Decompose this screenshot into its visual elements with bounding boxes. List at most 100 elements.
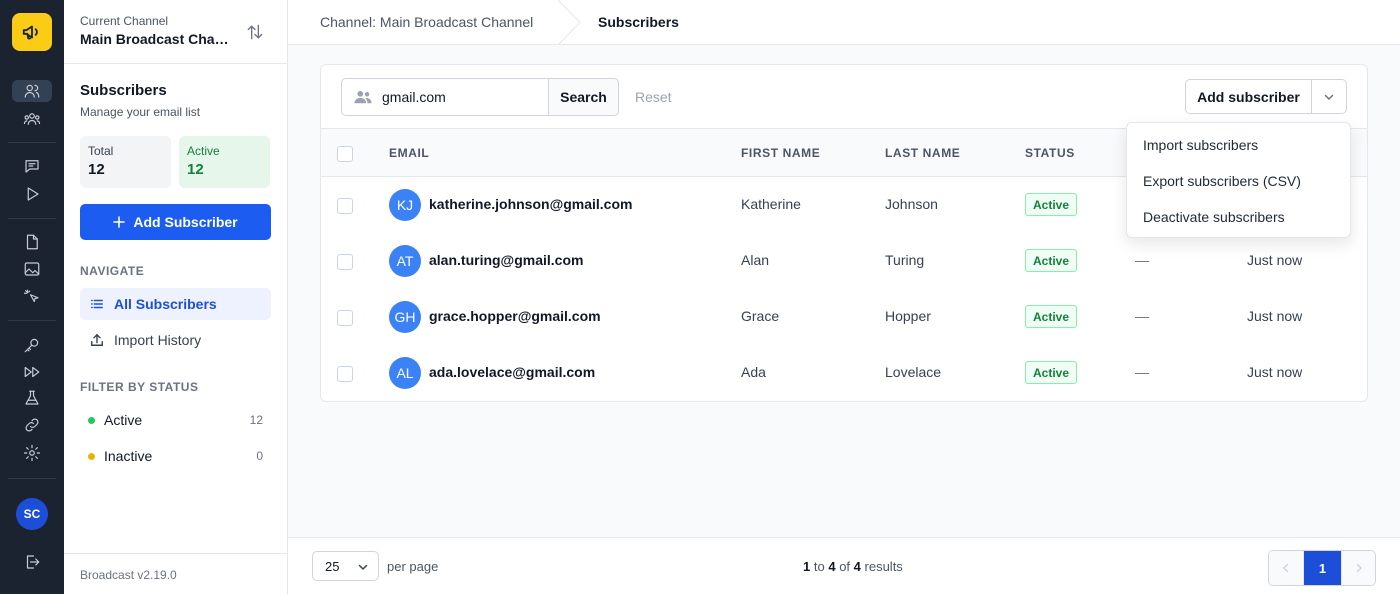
segments-icon[interactable]: [12, 108, 52, 130]
add-subscriber-dropdown-menu: Import subscribers Export subscribers (C…: [1126, 122, 1351, 238]
subscriber-created: Just now: [1247, 364, 1303, 380]
plus-icon: [113, 216, 126, 228]
per-page-value: 25: [325, 558, 340, 574]
select-all-checkbox[interactable]: [337, 146, 353, 162]
link-icon[interactable]: [12, 414, 52, 436]
users-icon[interactable]: [12, 80, 52, 102]
add-subscriber-split-button[interactable]: Add subscriber: [1185, 79, 1312, 114]
chevron-right-icon: [1356, 563, 1363, 573]
filter-active[interactable]: Active 12: [80, 406, 271, 434]
channel-name: Main Broadcast Channel: [80, 31, 230, 47]
list-icon: [91, 299, 103, 309]
add-subscriber-button[interactable]: Add Subscriber: [80, 204, 271, 240]
flask-icon[interactable]: [12, 387, 52, 409]
subscriber-email[interactable]: grace.hopper@gmail.com: [429, 308, 601, 324]
per-page-select[interactable]: 25: [312, 551, 379, 581]
channel-caption: Current Channel: [80, 14, 169, 28]
add-subscriber-menu-toggle[interactable]: [1311, 79, 1347, 114]
subscriber-first-name: Alan: [741, 252, 770, 268]
subscriber-source: —: [1135, 308, 1149, 324]
subscriber-avatar: AT: [389, 245, 421, 277]
filter-active-label: Active: [104, 412, 143, 428]
breadcrumb-separator-icon: [557, 0, 581, 45]
search-button[interactable]: Search: [548, 78, 619, 116]
total-value: 12: [88, 161, 105, 178]
subscriber-last-name: Johnson: [885, 196, 938, 212]
row-checkbox[interactable]: [337, 198, 353, 214]
subscriber-first-name: Grace: [741, 308, 780, 324]
subscriber-last-name: Hopper: [885, 308, 931, 324]
column-status[interactable]: STATUS: [1025, 146, 1075, 160]
menu-item-export-subscribers[interactable]: Export subscribers (CSV): [1143, 173, 1301, 189]
search-input[interactable]: [382, 89, 532, 105]
logout-icon[interactable]: [12, 551, 52, 573]
document-icon[interactable]: [12, 231, 52, 253]
filter-inactive-count: 0: [256, 449, 263, 463]
table-row[interactable]: GH grace.hopper@gmail.com Grace Hopper A…: [321, 289, 1367, 345]
search-field[interactable]: [341, 78, 549, 116]
navigate-caption: NAVIGATE: [80, 264, 145, 278]
row-checkbox[interactable]: [337, 254, 353, 270]
status-badge: Active: [1025, 305, 1078, 328]
per-page-label: per page: [387, 559, 439, 574]
subscriber-email[interactable]: ada.lovelace@gmail.com: [429, 364, 595, 380]
nav-import-history-label: Import History: [114, 332, 202, 348]
table-row[interactable]: AT alan.turing@gmail.com Alan Turing Act…: [321, 233, 1367, 289]
chat-icon[interactable]: [12, 155, 52, 177]
main-content: Channel: Main Broadcast Channel Subscrib…: [288, 0, 1400, 594]
active-value: 12: [187, 161, 204, 178]
status-badge: Active: [1025, 249, 1078, 272]
play-icon[interactable]: [12, 183, 52, 205]
filter-caption: FILTER BY STATUS: [80, 380, 199, 394]
chevron-left-icon: [1282, 563, 1289, 573]
row-checkbox[interactable]: [337, 366, 353, 382]
page-button-current[interactable]: 1: [1304, 551, 1341, 585]
filter-inactive-label: Inactive: [104, 448, 153, 464]
panel-subtitle: Manage your email list: [80, 105, 201, 119]
pagination-footer: 25 per page 1 to 4 of 4 results 1: [288, 537, 1400, 594]
menu-item-import-subscribers[interactable]: Import subscribers: [1143, 137, 1258, 153]
fast-forward-icon[interactable]: [12, 361, 52, 383]
next-page-button[interactable]: [1341, 551, 1375, 585]
subscriber-last-name: Turing: [885, 252, 925, 268]
table-toolbar: Search Reset Add subscriber: [321, 65, 1367, 129]
nav-all-subscribers[interactable]: All Subscribers: [80, 288, 271, 320]
switch-arrows-icon[interactable]: [245, 22, 265, 42]
total-label: Total: [88, 144, 114, 158]
subscriber-email[interactable]: alan.turing@gmail.com: [429, 252, 583, 268]
status-badge: Active: [1025, 193, 1078, 216]
column-last-name[interactable]: LAST NAME: [885, 146, 960, 160]
subscriber-first-name: Ada: [741, 364, 766, 380]
subscriber-avatar: AL: [389, 357, 421, 389]
cursor-click-icon[interactable]: [12, 286, 52, 308]
app-version: Broadcast v2.19.0: [64, 553, 287, 594]
table-row[interactable]: AL ada.lovelace@gmail.com Ada Lovelace A…: [321, 345, 1367, 401]
breadcrumb-current: Subscribers: [598, 14, 679, 30]
add-subscriber-label: Add Subscriber: [133, 214, 238, 230]
results-summary: 1 to 4 of 4 results: [803, 559, 903, 574]
nav-all-subscribers-label: All Subscribers: [114, 296, 217, 312]
gear-icon[interactable]: [12, 442, 52, 464]
status-badge: Active: [1025, 361, 1078, 384]
image-icon[interactable]: [12, 258, 52, 280]
subscriber-email[interactable]: katherine.johnson@gmail.com: [429, 196, 632, 212]
previous-page-button[interactable]: [1269, 551, 1304, 585]
subscriber-created: Just now: [1247, 252, 1303, 268]
user-avatar[interactable]: SC: [16, 498, 48, 530]
row-checkbox[interactable]: [337, 310, 353, 326]
menu-item-deactivate-subscribers[interactable]: Deactivate subscribers: [1143, 209, 1285, 225]
column-first-name[interactable]: FIRST NAME: [741, 146, 820, 160]
inactive-dot: [88, 452, 95, 460]
megaphone-logo-icon[interactable]: [12, 13, 52, 51]
breadcrumb-channel[interactable]: Channel: Main Broadcast Channel: [320, 14, 533, 30]
filter-inactive[interactable]: Inactive 0: [80, 442, 271, 470]
subscriber-source: —: [1135, 252, 1149, 268]
channel-selector[interactable]: Current Channel Main Broadcast Channel: [64, 0, 287, 64]
key-icon[interactable]: [12, 334, 52, 356]
reset-link[interactable]: Reset: [635, 89, 672, 105]
breadcrumb: Channel: Main Broadcast Channel Subscrib…: [288, 0, 1400, 45]
subscriber-last-name: Lovelace: [885, 364, 942, 380]
nav-import-history[interactable]: Import History: [80, 324, 271, 356]
column-email[interactable]: EMAIL: [389, 146, 429, 160]
subscriber-avatar: KJ: [389, 189, 421, 221]
